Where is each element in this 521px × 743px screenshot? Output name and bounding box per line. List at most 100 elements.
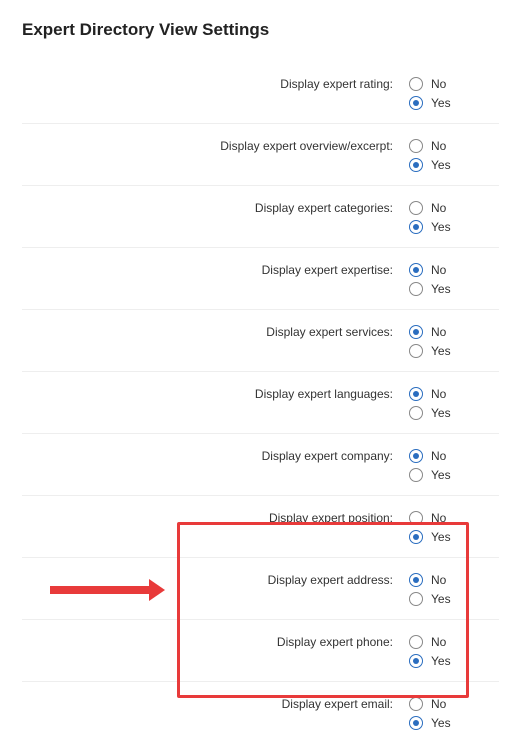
radio-label: Yes xyxy=(431,156,451,174)
radio-option-no[interactable]: No xyxy=(409,199,499,217)
radio-icon[interactable] xyxy=(409,282,423,296)
radio-option-no[interactable]: No xyxy=(409,571,499,589)
radio-option-yes[interactable]: Yes xyxy=(409,156,499,174)
radio-label: Yes xyxy=(431,280,451,298)
setting-label: Display expert address: xyxy=(22,571,409,587)
radio-label: No xyxy=(431,261,446,279)
setting-options: NoYes xyxy=(409,75,499,113)
setting-label: Display expert categories: xyxy=(22,199,409,215)
setting-row-categories: Display expert categories:NoYes xyxy=(22,185,499,247)
radio-label: Yes xyxy=(431,714,451,732)
setting-label: Display expert email: xyxy=(22,695,409,711)
setting-label: Display expert services: xyxy=(22,323,409,339)
radio-option-no[interactable]: No xyxy=(409,261,499,279)
radio-option-yes[interactable]: Yes xyxy=(409,94,499,112)
radio-icon[interactable] xyxy=(409,697,423,711)
setting-row-languages: Display expert languages:NoYes xyxy=(22,371,499,433)
setting-options: NoYes xyxy=(409,137,499,175)
radio-label: Yes xyxy=(431,652,451,670)
radio-option-no[interactable]: No xyxy=(409,385,499,403)
radio-label: Yes xyxy=(431,590,451,608)
radio-icon[interactable] xyxy=(409,77,423,91)
radio-icon[interactable] xyxy=(409,263,423,277)
setting-row-email: Display expert email:NoYes xyxy=(22,681,499,743)
setting-label: Display expert expertise: xyxy=(22,261,409,277)
setting-options: NoYes xyxy=(409,633,499,671)
radio-icon[interactable] xyxy=(409,406,423,420)
radio-label: No xyxy=(431,633,446,651)
setting-label: Display expert overview/excerpt: xyxy=(22,137,409,153)
setting-label: Display expert company: xyxy=(22,447,409,463)
radio-icon[interactable] xyxy=(409,220,423,234)
radio-icon[interactable] xyxy=(409,511,423,525)
radio-option-no[interactable]: No xyxy=(409,137,499,155)
radio-option-yes[interactable]: Yes xyxy=(409,528,499,546)
radio-icon[interactable] xyxy=(409,344,423,358)
setting-row-phone: Display expert phone:NoYes xyxy=(22,619,499,681)
radio-icon[interactable] xyxy=(409,96,423,110)
radio-label: Yes xyxy=(431,466,451,484)
radio-icon[interactable] xyxy=(409,716,423,730)
radio-icon[interactable] xyxy=(409,387,423,401)
setting-options: NoYes xyxy=(409,385,499,423)
radio-label: No xyxy=(431,323,446,341)
setting-row-rating: Display expert rating:NoYes xyxy=(22,62,499,123)
radio-label: Yes xyxy=(431,218,451,236)
radio-option-yes[interactable]: Yes xyxy=(409,466,499,484)
radio-icon[interactable] xyxy=(409,468,423,482)
setting-row-overview: Display expert overview/excerpt:NoYes xyxy=(22,123,499,185)
radio-icon[interactable] xyxy=(409,158,423,172)
setting-label: Display expert rating: xyxy=(22,75,409,91)
radio-option-no[interactable]: No xyxy=(409,633,499,651)
radio-icon[interactable] xyxy=(409,530,423,544)
radio-icon[interactable] xyxy=(409,635,423,649)
settings-container: Expert Directory View Settings Display e… xyxy=(0,0,521,743)
setting-label: Display expert phone: xyxy=(22,633,409,649)
radio-option-no[interactable]: No xyxy=(409,447,499,465)
radio-option-yes[interactable]: Yes xyxy=(409,652,499,670)
setting-options: NoYes xyxy=(409,695,499,733)
radio-label: No xyxy=(431,695,446,713)
radio-option-yes[interactable]: Yes xyxy=(409,714,499,732)
radio-icon[interactable] xyxy=(409,592,423,606)
radio-label: No xyxy=(431,509,446,527)
setting-row-company: Display expert company: NoYes xyxy=(22,433,499,495)
setting-options: NoYes xyxy=(409,261,499,299)
page-title: Expert Directory View Settings xyxy=(22,20,499,40)
radio-label: Yes xyxy=(431,342,451,360)
radio-label: Yes xyxy=(431,528,451,546)
radio-option-no[interactable]: No xyxy=(409,75,499,93)
radio-label: Yes xyxy=(431,404,451,422)
radio-icon[interactable] xyxy=(409,325,423,339)
radio-label: No xyxy=(431,137,446,155)
radio-icon[interactable] xyxy=(409,201,423,215)
settings-list: Display expert rating:NoYesDisplay exper… xyxy=(22,62,499,743)
radio-icon[interactable] xyxy=(409,654,423,668)
radio-label: Yes xyxy=(431,94,451,112)
setting-label: Display expert position: xyxy=(22,509,409,525)
radio-icon[interactable] xyxy=(409,573,423,587)
radio-label: No xyxy=(431,199,446,217)
radio-label: No xyxy=(431,447,446,465)
setting-options: NoYes xyxy=(409,571,499,609)
setting-options: NoYes xyxy=(409,509,499,547)
radio-option-no[interactable]: No xyxy=(409,509,499,527)
setting-row-address: Display expert address:NoYes xyxy=(22,557,499,619)
radio-option-yes[interactable]: Yes xyxy=(409,280,499,298)
radio-option-yes[interactable]: Yes xyxy=(409,590,499,608)
setting-row-position: Display expert position:NoYes xyxy=(22,495,499,557)
radio-label: No xyxy=(431,385,446,403)
radio-icon[interactable] xyxy=(409,449,423,463)
setting-options: NoYes xyxy=(409,199,499,237)
setting-label: Display expert languages: xyxy=(22,385,409,401)
radio-option-yes[interactable]: Yes xyxy=(409,404,499,422)
radio-option-yes[interactable]: Yes xyxy=(409,342,499,360)
radio-option-no[interactable]: No xyxy=(409,323,499,341)
radio-option-yes[interactable]: Yes xyxy=(409,218,499,236)
radio-icon[interactable] xyxy=(409,139,423,153)
radio-option-no[interactable]: No xyxy=(409,695,499,713)
setting-row-expertise: Display expert expertise:NoYes xyxy=(22,247,499,309)
radio-label: No xyxy=(431,571,446,589)
radio-label: No xyxy=(431,75,446,93)
setting-options: NoYes xyxy=(409,323,499,361)
